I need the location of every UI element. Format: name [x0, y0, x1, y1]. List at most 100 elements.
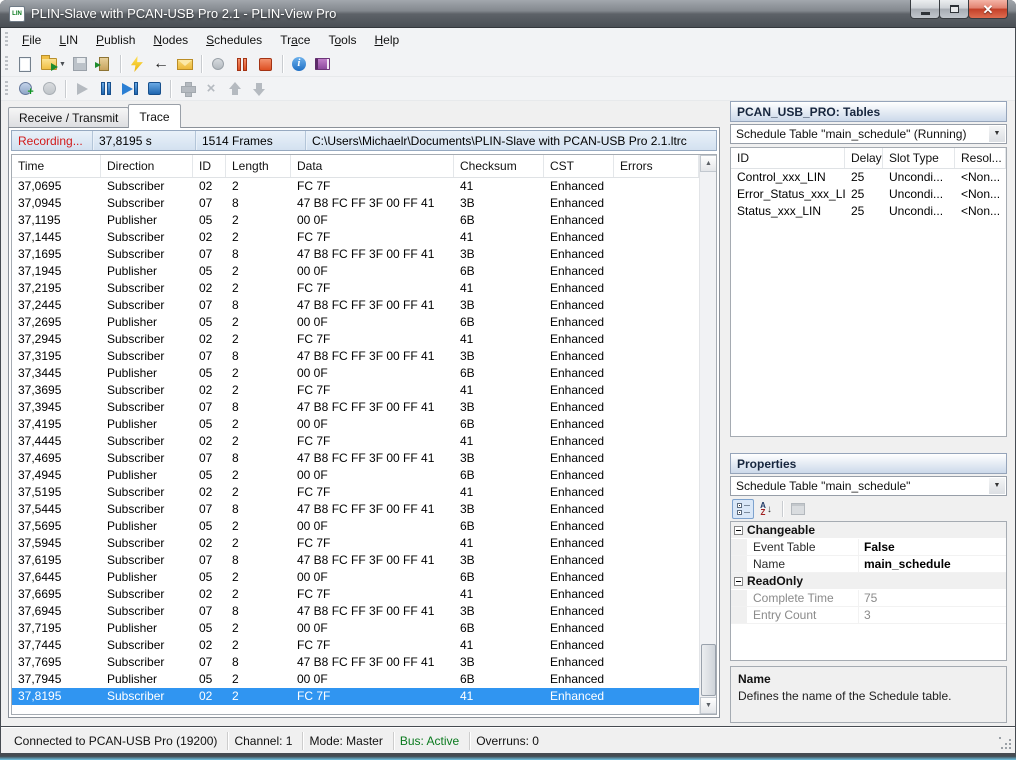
edit-schedule-button[interactable]	[37, 78, 61, 100]
connect-button[interactable]	[92, 53, 116, 75]
chevron-down-icon[interactable]: ▼	[989, 126, 1005, 142]
tab-trace[interactable]: Trace	[128, 104, 180, 128]
column-header-id[interactable]: ID	[731, 148, 845, 168]
column-header-resolver[interactable]: Resol...	[955, 148, 1006, 168]
column-header-direction[interactable]: Direction	[101, 155, 193, 177]
step-schedule-button[interactable]	[118, 78, 142, 100]
trace-row[interactable]: 37,1445Subscriber022FC 7F41Enhanced	[12, 229, 699, 246]
move-up-button[interactable]	[223, 78, 247, 100]
property-pages-button[interactable]	[787, 499, 809, 519]
delete-entry-button[interactable]: ×	[199, 78, 223, 100]
trace-row[interactable]: 37,2945Subscriber022FC 7F41Enhanced	[12, 331, 699, 348]
menu-nodes[interactable]: Nodes	[144, 30, 197, 50]
record-button[interactable]	[206, 53, 230, 75]
property-row[interactable]: Event TableFalse	[731, 539, 1006, 556]
trace-row[interactable]: 37,6445Publisher05200 0F6BEnhanced	[12, 569, 699, 586]
property-row[interactable]: Entry Count3	[731, 607, 1006, 624]
trace-row[interactable]: 37,0695Subscriber022FC 7F41Enhanced	[12, 178, 699, 195]
trace-row[interactable]: 37,5195Subscriber022FC 7F41Enhanced	[12, 484, 699, 501]
column-header-id[interactable]: ID	[193, 155, 226, 177]
menu-trace[interactable]: Trace	[271, 30, 319, 50]
title-bar[interactable]: LIN PLIN-Slave with PCAN-USB Pro 2.1 - P…	[0, 0, 1016, 28]
property-row[interactable]: Complete Time75	[731, 590, 1006, 607]
column-header-checksum[interactable]: Checksum	[454, 155, 544, 177]
alphabetical-sort-button[interactable]: AZ↓	[755, 499, 777, 519]
pause-schedule-button[interactable]	[94, 78, 118, 100]
property-category-readonly[interactable]: ReadOnly	[731, 573, 1006, 590]
help-button[interactable]	[311, 53, 335, 75]
trace-row[interactable]: 37,8195Subscriber022FC 7F41Enhanced	[12, 688, 699, 705]
resize-grip[interactable]	[999, 737, 1012, 750]
trace-row[interactable]: 37,3195Subscriber07847 B8 FC FF 3F 00 FF…	[12, 348, 699, 365]
trace-row[interactable]: 37,3445Publisher05200 0F6BEnhanced	[12, 365, 699, 382]
trace-row[interactable]: 37,5695Publisher05200 0F6BEnhanced	[12, 518, 699, 535]
collapse-icon[interactable]	[734, 526, 743, 535]
move-down-button[interactable]	[247, 78, 271, 100]
schedule-row[interactable]: Control_xxx_LIN25Uncondi...<Non...	[731, 169, 1006, 186]
add-schedule-button[interactable]: +	[13, 78, 37, 100]
menu-tools[interactable]: Tools	[319, 30, 365, 50]
trace-row[interactable]: 37,1695Subscriber07847 B8 FC FF 3F 00 FF…	[12, 246, 699, 263]
maximize-button[interactable]	[939, 0, 969, 19]
trace-row[interactable]: 37,1195Publisher05200 0F6BEnhanced	[12, 212, 699, 229]
trace-row[interactable]: 37,2695Publisher05200 0F6BEnhanced	[12, 314, 699, 331]
schedule-row[interactable]: Error_Status_xxx_LIN25Uncondi...<Non...	[731, 186, 1006, 203]
trace-row[interactable]: 37,4945Publisher05200 0F6BEnhanced	[12, 467, 699, 484]
trace-row[interactable]: 37,6945Subscriber07847 B8 FC FF 3F 00 FF…	[12, 603, 699, 620]
open-trace-button[interactable]	[173, 53, 197, 75]
trace-row[interactable]: 37,4445Subscriber022FC 7F41Enhanced	[12, 433, 699, 450]
menubar-grip[interactable]	[4, 32, 9, 48]
add-entry-button[interactable]	[175, 78, 199, 100]
trace-row[interactable]: 37,7695Subscriber07847 B8 FC FF 3F 00 FF…	[12, 654, 699, 671]
stop-schedule-button[interactable]	[142, 78, 166, 100]
hardware-reset-button[interactable]	[125, 53, 149, 75]
column-header-errors[interactable]: Errors	[614, 155, 699, 177]
chevron-down-icon[interactable]: ▼	[989, 478, 1005, 494]
trace-row[interactable]: 37,6195Subscriber07847 B8 FC FF 3F 00 FF…	[12, 552, 699, 569]
save-button[interactable]	[68, 53, 92, 75]
column-header-length[interactable]: Length	[226, 155, 291, 177]
property-value[interactable]: False	[859, 539, 1006, 555]
column-header-time[interactable]: Time	[12, 155, 101, 177]
menu-schedules[interactable]: Schedules	[197, 30, 271, 50]
trace-row[interactable]: 37,7195Publisher05200 0F6BEnhanced	[12, 620, 699, 637]
trace-row[interactable]: 37,0945Subscriber07847 B8 FC FF 3F 00 FF…	[12, 195, 699, 212]
property-value[interactable]: main_schedule	[859, 556, 1006, 572]
stop-trace-button[interactable]	[254, 53, 278, 75]
column-header-cst[interactable]: CST	[544, 155, 614, 177]
toolbar2-grip[interactable]	[4, 81, 9, 97]
play-schedule-button[interactable]	[70, 78, 94, 100]
info-button[interactable]: i	[287, 53, 311, 75]
trace-row[interactable]: 37,7445Subscriber022FC 7F41Enhanced	[12, 637, 699, 654]
scrollbar-thumb[interactable]	[701, 644, 716, 696]
schedule-table-dropdown[interactable]: Schedule Table "main_schedule" (Running)…	[730, 124, 1007, 144]
pause-trace-button[interactable]	[230, 53, 254, 75]
trace-row[interactable]: 37,5945Subscriber022FC 7F41Enhanced	[12, 535, 699, 552]
trace-row[interactable]: 37,7945Publisher05200 0F6BEnhanced	[12, 671, 699, 688]
trace-row[interactable]: 37,3945Subscriber07847 B8 FC FF 3F 00 FF…	[12, 399, 699, 416]
scroll-up-icon[interactable]: ▲	[700, 155, 717, 172]
new-file-button[interactable]	[13, 53, 37, 75]
trace-row[interactable]: 37,4695Subscriber07847 B8 FC FF 3F 00 FF…	[12, 450, 699, 467]
trace-row[interactable]: 37,2445Subscriber07847 B8 FC FF 3F 00 FF…	[12, 297, 699, 314]
menu-help[interactable]: Help	[365, 30, 408, 50]
trace-row[interactable]: 37,6695Subscriber022FC 7F41Enhanced	[12, 586, 699, 603]
menu-lin[interactable]: LIN	[50, 30, 87, 50]
properties-object-dropdown[interactable]: Schedule Table "main_schedule" ▼	[730, 476, 1007, 496]
reset-button[interactable]: ←	[149, 53, 173, 75]
open-project-button[interactable]	[37, 53, 61, 75]
minimize-button[interactable]	[910, 0, 940, 19]
schedule-row[interactable]: Status_xxx_LIN25Uncondi...<Non...	[731, 203, 1006, 220]
trace-row[interactable]: 37,5445Subscriber07847 B8 FC FF 3F 00 FF…	[12, 501, 699, 518]
property-row[interactable]: Namemain_schedule	[731, 556, 1006, 573]
categorized-button[interactable]	[732, 499, 754, 519]
trace-row[interactable]: 37,4195Publisher05200 0F6BEnhanced	[12, 416, 699, 433]
trace-row[interactable]: 37,1945Publisher05200 0F6BEnhanced	[12, 263, 699, 280]
property-category-changeable[interactable]: Changeable	[731, 522, 1006, 539]
column-header-data[interactable]: Data	[291, 155, 454, 177]
toolbar1-grip[interactable]	[4, 56, 9, 72]
collapse-icon[interactable]	[734, 577, 743, 586]
menu-publish[interactable]: Publish	[87, 30, 144, 50]
scroll-down-icon[interactable]: ▼	[700, 697, 717, 714]
trace-scrollbar[interactable]: ▲ ▼	[699, 155, 716, 714]
